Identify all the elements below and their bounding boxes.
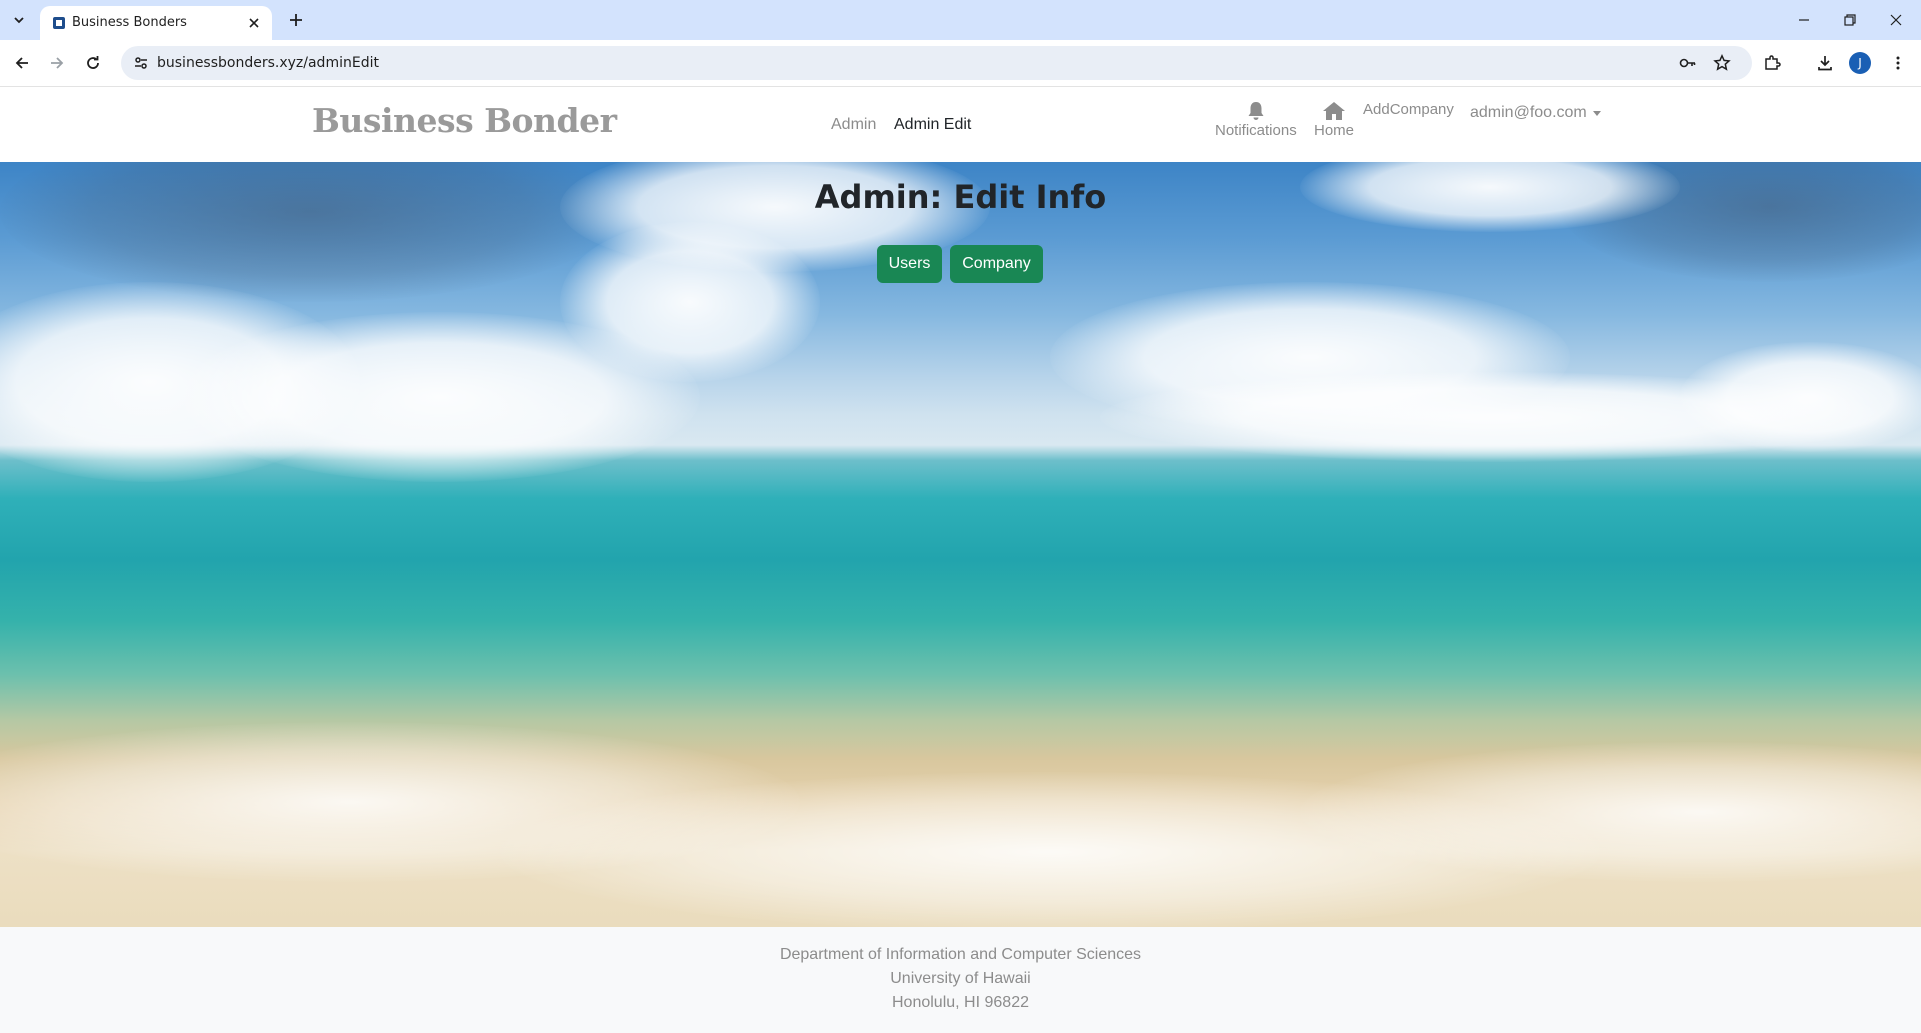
profile-avatar[interactable]: J [1849, 52, 1871, 74]
nav-link-admin-edit[interactable]: Admin Edit [894, 116, 971, 134]
star-icon [1713, 54, 1731, 71]
puzzle-icon [1765, 55, 1781, 70]
new-tab-button[interactable] [282, 8, 310, 32]
site-navbar: Business Bonder Admin Admin Edit Notific… [0, 87, 1921, 162]
home-icon [1323, 102, 1345, 120]
plus-icon [290, 14, 302, 26]
users-button[interactable]: Users [877, 245, 942, 283]
bookmark-button[interactable] [1712, 53, 1732, 73]
notifications-label: Notifications [1215, 122, 1297, 139]
user-dropdown[interactable]: admin@foo.com [1470, 104, 1601, 122]
nav-add-company[interactable]: AddCompany [1363, 101, 1454, 118]
reload-icon [87, 56, 99, 69]
browser-tab[interactable]: Business Bonders [40, 6, 272, 40]
back-button[interactable] [8, 49, 36, 77]
extensions-button[interactable] [1758, 49, 1786, 77]
close-window-button[interactable] [1873, 0, 1919, 40]
downloads-button[interactable] [1811, 49, 1839, 77]
nav-notifications[interactable]: Notifications [1215, 101, 1297, 139]
tune-icon [135, 57, 147, 69]
footer-department: Department of Information and Computer S… [779, 946, 1142, 963]
footer-address: Honolulu, HI 96822 [892, 994, 1029, 1011]
browser-toolbar: businessbonders.xyz/adminEdit J [0, 40, 1921, 87]
browser-tab-strip: Business Bonders [0, 0, 1921, 40]
footer-university: University of Hawaii [890, 970, 1031, 987]
password-key-button[interactable] [1678, 53, 1698, 73]
browser-menu-button[interactable] [1884, 49, 1912, 77]
home-label: Home [1314, 122, 1355, 139]
arrow-left-icon [15, 57, 28, 69]
hero-background: Admin: Edit Info Users Company [0, 162, 1921, 927]
footer: Department of Information and Computer S… [0, 927, 1921, 1033]
restore-button[interactable] [1827, 0, 1873, 40]
nav-home[interactable]: Home [1314, 101, 1354, 139]
arrow-right-icon [51, 57, 64, 69]
download-icon [1818, 56, 1832, 71]
site-info-button[interactable] [131, 53, 151, 73]
address-bar[interactable]: businessbonders.xyz/adminEdit [121, 46, 1752, 80]
brand-logo[interactable]: Business Bonder [312, 101, 617, 140]
url-text[interactable]: businessbonders.xyz/adminEdit [157, 55, 379, 71]
bell-icon [1248, 102, 1264, 120]
page-title: Admin: Edit Info [814, 178, 1107, 216]
more-vertical-icon [1896, 56, 1900, 70]
key-icon [1679, 58, 1696, 68]
caret-down-icon [1592, 110, 1601, 116]
forward-button[interactable] [43, 49, 71, 77]
chevron-down-icon [14, 17, 24, 24]
tab-title: Business Bonders [72, 15, 187, 30]
restore-icon [1844, 14, 1856, 26]
close-icon [1890, 14, 1902, 26]
company-button[interactable]: Company [950, 245, 1043, 283]
minimize-icon [1799, 19, 1809, 21]
close-icon [249, 18, 259, 28]
nav-link-admin[interactable]: Admin [831, 116, 876, 134]
reload-button[interactable] [79, 49, 107, 77]
user-email: admin@foo.com [1470, 104, 1587, 121]
site-favicon-icon [53, 17, 65, 29]
minimize-button[interactable] [1781, 0, 1827, 40]
tab-close-button[interactable] [246, 15, 262, 31]
tab-search-button[interactable] [6, 8, 32, 32]
